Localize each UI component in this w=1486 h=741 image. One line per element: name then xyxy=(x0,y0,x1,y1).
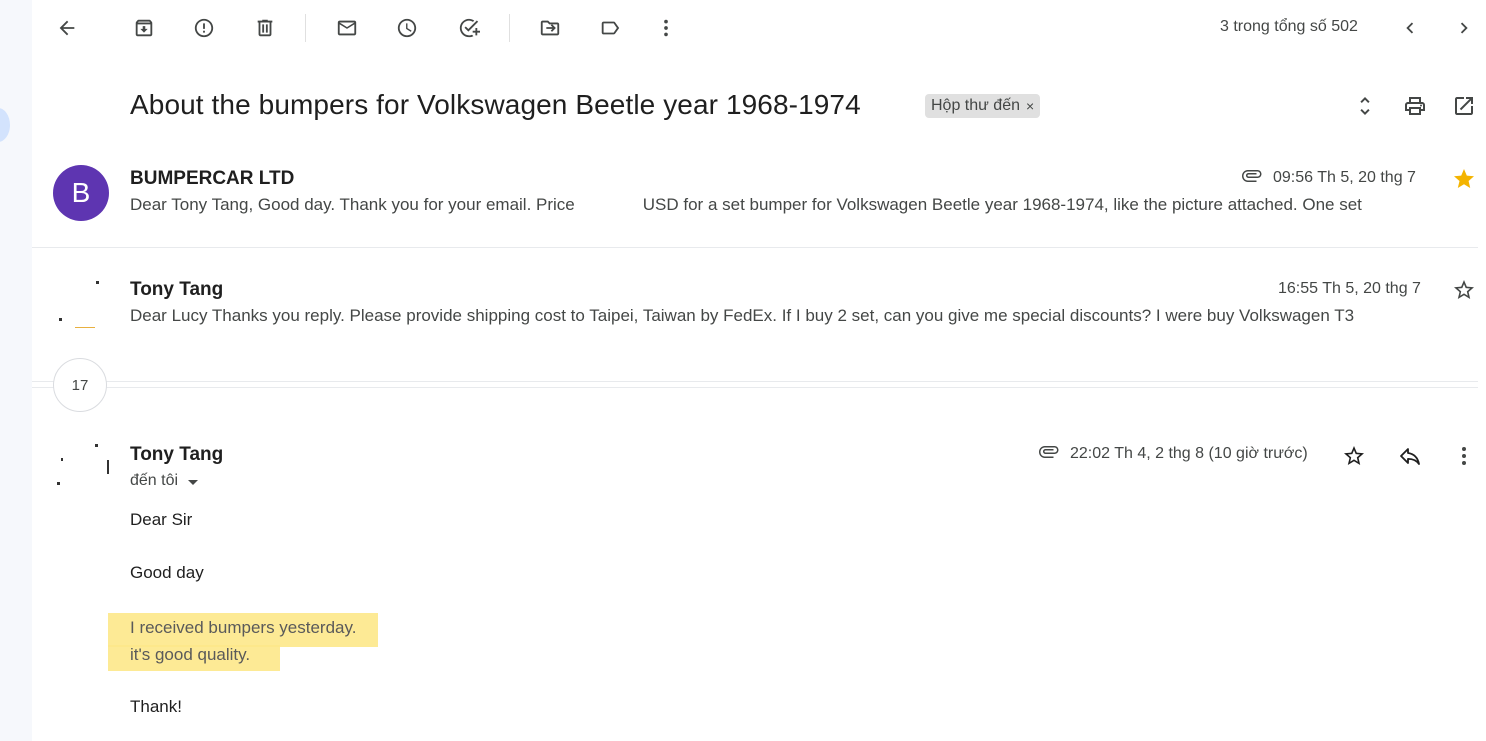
body-good-day: Good day xyxy=(130,563,204,582)
thread-subject: About the bumpers for Volkswagen Beetle … xyxy=(130,89,861,120)
reply-button[interactable] xyxy=(1394,440,1426,472)
message-date: 09:56 Th 5, 20 thg 7 xyxy=(1273,169,1416,186)
add-to-tasks-button[interactable] xyxy=(449,8,489,48)
trash-icon xyxy=(257,19,273,37)
star-filled-icon xyxy=(1454,169,1474,188)
collapsed-divider xyxy=(32,381,1478,382)
older-button[interactable] xyxy=(1444,8,1484,48)
body-greeting: Dear Sir xyxy=(130,510,193,529)
expand-all-button[interactable] xyxy=(1345,86,1385,126)
star-outline-icon xyxy=(1344,446,1364,465)
print-button[interactable] xyxy=(1395,86,1435,126)
more-vert-icon xyxy=(1462,447,1466,465)
chevron-left-icon xyxy=(1406,22,1414,34)
move-to-button[interactable] xyxy=(530,8,570,48)
more-options-button[interactable] xyxy=(646,8,686,48)
sender-avatar xyxy=(53,276,109,332)
message-snippet[interactable]: Dear Tony Tang, Good day. Thank you for … xyxy=(130,195,1362,215)
delete-button[interactable] xyxy=(245,8,285,48)
newer-button[interactable] xyxy=(1390,8,1430,48)
attachment-icon xyxy=(1039,446,1059,458)
recipient-details-toggle[interactable]: đến tôi xyxy=(130,472,199,490)
recipient-text: đến tôi xyxy=(130,472,179,489)
remove-label-icon[interactable]: × xyxy=(1026,98,1034,114)
sender-avatar: B xyxy=(53,165,109,221)
pagination-text: 3 trong tổng số 502 xyxy=(1220,18,1358,35)
snooze-button[interactable] xyxy=(387,8,427,48)
toolbar-separator xyxy=(509,14,510,42)
more-vert-icon xyxy=(664,19,668,37)
snippet-part: Dear Tony Tang, Good day. Thank you for … xyxy=(130,195,575,214)
message-date: 16:55 Th 5, 20 thg 7 xyxy=(1278,280,1421,297)
snippet-part: USD for a set bumper for Volkswagen Beet… xyxy=(642,195,1362,214)
report-spam-button[interactable] xyxy=(184,8,224,48)
mark-unread-button[interactable] xyxy=(327,8,367,48)
sender-name[interactable]: Tony Tang xyxy=(130,279,223,301)
back-button[interactable] xyxy=(47,8,87,48)
label-chip-text: Hộp thư đến xyxy=(931,97,1020,114)
sender-name[interactable]: BUMPERCAR LTD xyxy=(130,168,294,190)
snooze-icon xyxy=(397,18,417,38)
toolbar: 3 trong tổng số 502 xyxy=(32,0,1486,56)
star-outline-icon xyxy=(1454,280,1474,299)
open-in-new-icon xyxy=(1455,97,1473,115)
body-thanks: Thank! xyxy=(130,697,182,716)
print-icon xyxy=(1405,97,1425,115)
label-button[interactable] xyxy=(590,8,630,48)
more-options-button[interactable] xyxy=(1448,440,1480,472)
message-snippet[interactable]: Dear Lucy Thanks you reply. Please provi… xyxy=(130,306,1354,326)
body-quality: it's good quality. xyxy=(130,645,251,664)
chevron-right-icon xyxy=(1460,22,1468,34)
message-date: 22:02 Th 4, 2 thg 8 (10 giờ trước) xyxy=(1070,445,1308,462)
star-button[interactable] xyxy=(1450,276,1478,304)
archive-button[interactable] xyxy=(124,8,164,48)
caret-down-icon xyxy=(188,479,199,485)
label-icon xyxy=(601,21,620,35)
archive-icon xyxy=(135,19,153,37)
toolbar-separator xyxy=(305,14,306,42)
message-panel: 3 trong tổng số 502 About the bumpers fo… xyxy=(32,0,1486,741)
open-new-window-button[interactable] xyxy=(1444,86,1484,126)
mark-unread-icon xyxy=(337,20,357,36)
attachment-icon xyxy=(1242,170,1262,182)
message-divider xyxy=(32,247,1478,248)
reply-icon xyxy=(1400,448,1420,465)
rail-active-indicator xyxy=(0,108,10,142)
inbox-label-chip[interactable]: Hộp thư đến × xyxy=(925,94,1041,118)
sender-name[interactable]: Tony Tang xyxy=(130,444,223,466)
left-rail xyxy=(0,0,32,741)
collapsed-count-button[interactable]: 17 xyxy=(53,358,107,412)
collapsed-divider xyxy=(32,387,1478,388)
add-task-icon xyxy=(459,18,480,38)
arrow-left-icon xyxy=(59,20,75,36)
star-button[interactable] xyxy=(1450,165,1478,193)
sender-avatar xyxy=(53,440,109,496)
move-to-icon xyxy=(540,20,560,36)
body-received: I received bumpers yesterday. xyxy=(130,618,357,637)
report-spam-icon xyxy=(194,18,214,38)
star-button[interactable] xyxy=(1338,440,1370,472)
unfold-icon xyxy=(1360,97,1370,115)
